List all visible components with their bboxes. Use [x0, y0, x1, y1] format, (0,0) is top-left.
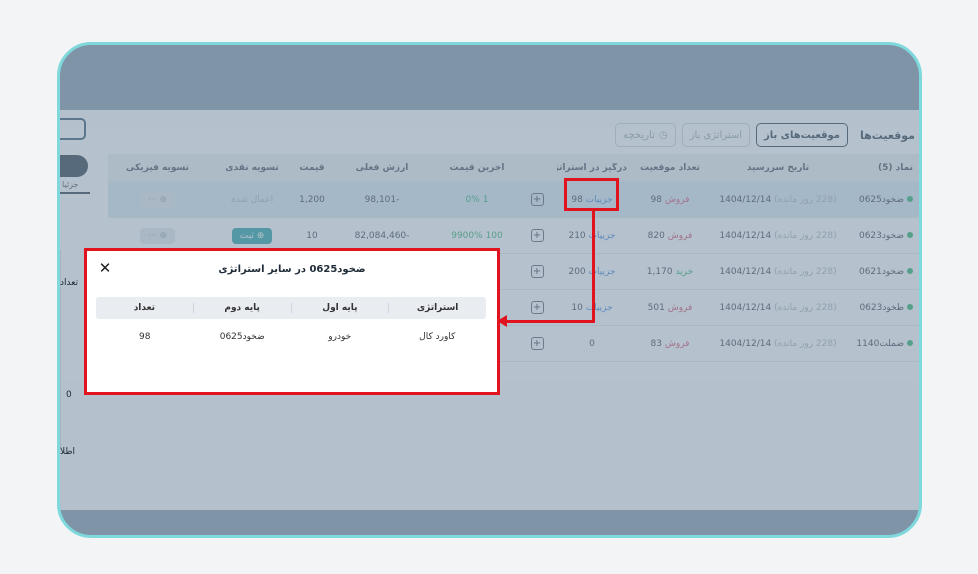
- status-dot-icon: [907, 339, 913, 346]
- table-header: نماد (5) تاریخ سررسید تعداد موقعیت درگیر…: [108, 154, 919, 182]
- side-toggle[interactable]: [60, 155, 88, 177]
- col-strategy: استراتژی: [388, 303, 486, 313]
- col-last-price[interactable]: آخرین قیمت: [437, 163, 517, 173]
- row-qty: 83: [650, 338, 662, 349]
- cell-leg1: خودرو: [328, 332, 352, 342]
- row-symbol: ضخود0623: [858, 230, 904, 241]
- other-strategies-modal: ضخود0625 در سایر استراتژی ✕ استراتژی پای…: [84, 248, 500, 395]
- row-strategy-qty: 210: [568, 230, 586, 241]
- row-remaining: (228 روز مانده): [774, 194, 837, 205]
- row-side: فروش: [664, 194, 690, 205]
- row-price: 1,200: [299, 194, 325, 205]
- table-row: کاورد کال خودرو ضخود0625 98: [96, 319, 486, 355]
- physical-settle-button[interactable]: ⊕ ···: [140, 227, 175, 244]
- close-icon[interactable]: ✕: [97, 260, 113, 276]
- row-cash-status: اعمال شده: [230, 194, 274, 205]
- callout-arrow: [505, 320, 595, 323]
- table-row[interactable]: ضخود0625 (228 روز مانده) 1404/12/14 فروش…: [108, 182, 919, 218]
- row-date: 1404/12/14: [719, 338, 772, 349]
- side-details-label: جزئیا: [62, 180, 79, 189]
- col-price[interactable]: قیمت: [297, 163, 327, 173]
- cell-count: 98: [139, 332, 151, 342]
- cell-leg2: ضخود0625: [219, 332, 265, 342]
- row-date: 1404/12/14: [719, 194, 772, 205]
- col-qty[interactable]: تعداد موقعیت: [627, 163, 713, 173]
- row-price: 10: [306, 230, 318, 241]
- row-remaining: (228 روز مانده): [774, 338, 837, 349]
- col-leg1: پایه اول: [290, 303, 389, 313]
- row-qty: 98: [650, 194, 662, 205]
- page-title: موقعیت‌ها: [859, 128, 915, 142]
- row-side: خرید: [675, 266, 694, 277]
- col-physical-settlement[interactable]: تسویه فیزیکی: [108, 163, 207, 173]
- row-symbol: ضملت1140: [856, 338, 904, 349]
- row-date: 1404/12/14: [719, 230, 772, 241]
- tab-history-label: تاریخچه: [623, 129, 655, 141]
- side-search-input[interactable]: [60, 118, 86, 140]
- add-icon[interactable]: +: [530, 301, 544, 314]
- row-remaining: (228 روز مانده): [774, 302, 837, 313]
- row-remaining: (228 روز مانده): [774, 230, 837, 241]
- tab-open-positions[interactable]: موقعیت‌های باز: [756, 123, 848, 147]
- row-symbol: ضخود0621: [858, 266, 904, 277]
- modal-table: استراتژی پایه اول پایه دوم تعداد کاورد ک…: [96, 297, 486, 355]
- row-remaining: (228 روز مانده): [774, 266, 837, 277]
- side-count-value: 0: [66, 390, 72, 400]
- tab-open-strategy[interactable]: استراتژی باز: [681, 123, 751, 147]
- panel-header: موقعیت‌ها موقعیت‌های باز استراتژی باز ◷ …: [615, 122, 915, 148]
- row-symbol: طخود0623: [859, 302, 904, 313]
- add-icon[interactable]: +: [530, 229, 544, 242]
- side-count-label: تعداد: [60, 278, 79, 288]
- row-value: -82,084,460: [354, 230, 410, 241]
- col-count: تعداد: [133, 303, 156, 313]
- row-side: فروش: [664, 338, 690, 349]
- status-dot-icon: [907, 195, 913, 202]
- col-date[interactable]: تاریخ سررسید: [713, 163, 843, 173]
- cell-strategy: کاورد کال: [419, 332, 456, 342]
- col-cash-settlement[interactable]: تسویه نقدی: [207, 163, 297, 173]
- row-date: 1404/12/14: [719, 266, 772, 277]
- row-strategy-qty: 200: [568, 266, 586, 277]
- row-strategy-qty: 10: [571, 302, 583, 313]
- row-qty: 820: [647, 230, 665, 241]
- history-icon: ◷: [658, 129, 668, 141]
- cash-settle-button[interactable]: ⊕ ثبت: [231, 227, 273, 244]
- side-info-label: اطلا: [60, 447, 76, 457]
- add-icon[interactable]: +: [530, 193, 544, 206]
- status-dot-icon: [907, 267, 913, 274]
- col-leg2: پایه دوم: [192, 303, 291, 313]
- row-date: 1404/12/14: [719, 302, 772, 313]
- physical-settle-button[interactable]: ⊕ ···: [140, 191, 175, 208]
- callout-arrow: [592, 211, 595, 322]
- cash-settle-label: ثبت: [239, 230, 254, 241]
- row-side: فروش: [667, 302, 693, 313]
- modal-title: ضخود0625 در سایر استراتژی: [218, 264, 366, 275]
- row-strategy-qty: 0: [589, 338, 595, 349]
- highlight-box: [564, 178, 619, 211]
- side-divider: [60, 192, 90, 194]
- col-symbol[interactable]: نماد (5): [843, 163, 919, 173]
- row-value: -98,101: [364, 194, 400, 205]
- row-last-price: 1 0%: [465, 194, 489, 205]
- row-symbol: ضخود0625: [858, 194, 904, 205]
- row-last-price: 100 9900%: [451, 230, 503, 241]
- tab-history[interactable]: ◷ تاریخچه: [615, 123, 676, 147]
- col-value[interactable]: ارزش فعلی: [327, 163, 437, 173]
- col-strategy[interactable]: درگیر در استراتژی: [557, 163, 627, 173]
- row-side: فروش: [667, 230, 693, 241]
- status-dot-icon: [907, 303, 913, 310]
- modal-table-header: استراتژی پایه اول پایه دوم تعداد: [96, 297, 486, 319]
- row-qty: 1,170: [646, 266, 673, 277]
- add-icon[interactable]: +: [530, 337, 544, 350]
- strategy-details-link[interactable]: جزییات: [586, 303, 613, 313]
- status-dot-icon: [907, 231, 913, 238]
- row-qty: 501: [647, 302, 665, 313]
- add-icon[interactable]: +: [530, 265, 544, 278]
